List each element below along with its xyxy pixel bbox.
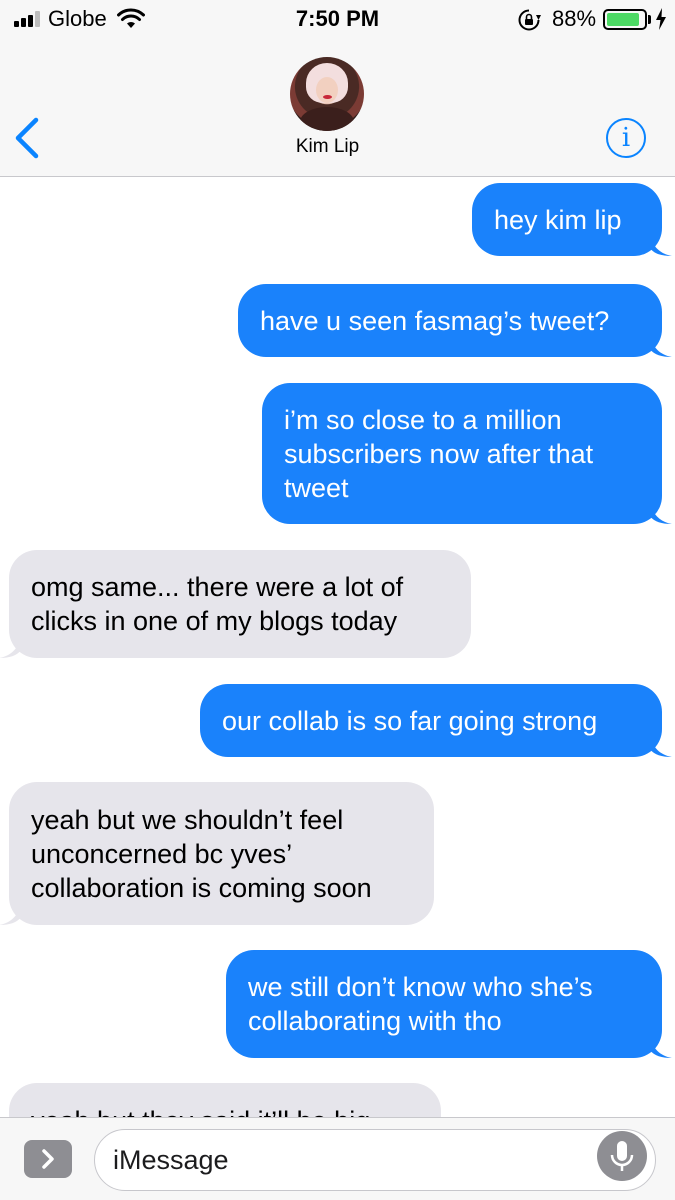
message-line: clicks in one of my blogs today: [31, 606, 398, 636]
battery-icon: [603, 9, 647, 30]
message-line: tweet: [284, 472, 349, 503]
contact-name[interactable]: Kim Lip: [0, 136, 655, 158]
composer-bar: [0, 1117, 675, 1200]
message-text: i’m so close to a million subscribers no…: [284, 403, 593, 505]
message-text: our collab is so far going strong: [222, 704, 597, 738]
contact-avatar[interactable]: [290, 57, 364, 131]
avatar-face: [316, 77, 338, 103]
battery-cap: [648, 15, 651, 24]
bubble-tail: [0, 903, 21, 925]
battery-percentage: 88%: [552, 6, 597, 31]
message-line: our collab is so far going strong: [222, 705, 598, 736]
message-bubble-received[interactable]: yeah but they said it’ll be big: [9, 1083, 441, 1118]
message-line: subscribers now after that: [284, 438, 594, 469]
message-bubble-sent[interactable]: we still don’t know who she’s collaborat…: [226, 950, 672, 1058]
bubble-tail: [650, 234, 672, 256]
message-line: collaborating with tho: [248, 1006, 502, 1036]
message-line: yeah but they said it’ll be big: [31, 1104, 370, 1118]
message-input[interactable]: [113, 1143, 593, 1177]
message-line: have u seen fasmag’s tweet?: [260, 305, 610, 336]
message-bubble-sent[interactable]: have u seen fasmag’s tweet?: [238, 284, 672, 357]
message-line: we still don’t know who she’s: [248, 972, 593, 1002]
rotation-lock-icon: [518, 9, 541, 31]
message-bubble-sent[interactable]: our collab is so far going strong: [200, 684, 672, 757]
message-line: i’m so close to a million: [284, 404, 562, 435]
message-line: hey kim lip: [494, 204, 622, 235]
battery-fill: [607, 13, 639, 26]
app-drawer-button[interactable]: [24, 1140, 72, 1178]
message-line: collaboration is coming soon: [31, 872, 372, 903]
status-bar: Globe 7:50 PM 88%: [0, 0, 675, 40]
message-line: unconcerned bc yves’: [31, 838, 293, 869]
message-bubble-sent[interactable]: hey kim lip: [472, 183, 672, 256]
bubble-tail: [650, 335, 672, 357]
chevron-right-icon: [42, 1149, 54, 1169]
avatar-lips: [323, 95, 332, 99]
message-text: yeah but they said it’ll be big: [31, 1104, 370, 1118]
message-text: we still don’t know who she’s collaborat…: [248, 970, 593, 1038]
bubble-tail: [650, 735, 672, 757]
message-text: have u seen fasmag’s tweet?: [260, 304, 609, 338]
info-button[interactable]: i: [606, 118, 646, 158]
bubble-tail: [650, 1036, 672, 1058]
charging-bolt-icon: [656, 8, 666, 30]
microphone-button[interactable]: [597, 1131, 647, 1181]
message-input-field[interactable]: [94, 1129, 656, 1191]
message-bubble-received[interactable]: omg same... there were a lot of clicks i…: [0, 550, 471, 658]
message-text: hey kim lip: [494, 203, 622, 237]
message-bubble-sent[interactable]: i’m so close to a million subscribers no…: [262, 383, 672, 524]
message-text: yeah but we shouldn’t feel unconcerned b…: [31, 803, 372, 905]
bubble-tail: [650, 502, 672, 524]
message-line: yeah but we shouldn’t feel: [31, 804, 344, 835]
message-bubble-received[interactable]: yeah but we shouldn’t feel unconcerned b…: [0, 782, 434, 925]
avatar-shoulder: [300, 107, 354, 131]
message-line: omg same... there were a lot of: [31, 572, 404, 602]
message-text: omg same... there were a lot of clicks i…: [31, 570, 403, 638]
bubble-tail: [0, 636, 21, 658]
message-thread: hey kim lip have u seen fasmag’s tweet? …: [0, 178, 675, 1118]
microphone-icon: [610, 1141, 634, 1171]
